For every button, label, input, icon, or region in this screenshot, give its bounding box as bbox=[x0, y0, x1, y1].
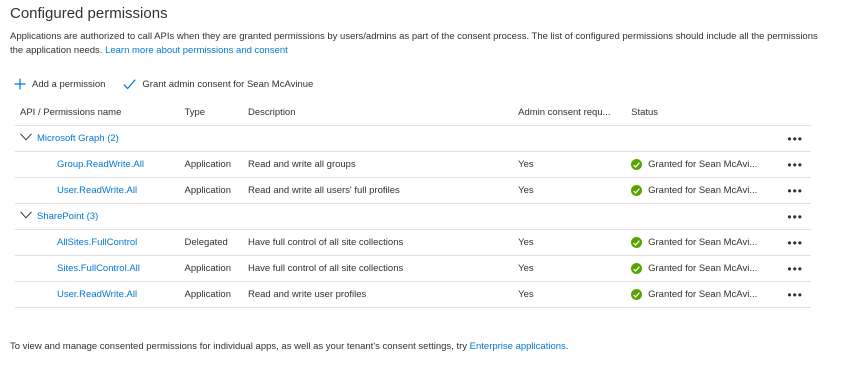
permission-description: Read and write user profiles bbox=[242, 281, 514, 308]
admin-consent-required: Yes bbox=[513, 255, 627, 282]
more-options-icon[interactable]: ••• bbox=[767, 255, 811, 282]
status-cell: Granted for Sean McAvi... bbox=[631, 159, 768, 170]
permission-link[interactable]: User.ReadWrite.All bbox=[57, 289, 137, 300]
success-check-icon bbox=[631, 159, 643, 170]
chevron-down-icon[interactable] bbox=[20, 211, 32, 222]
column-header-admin-consent[interactable]: Admin consent requ... bbox=[513, 99, 627, 126]
permission-type: Application bbox=[179, 177, 243, 204]
more-options-icon[interactable]: ••• bbox=[767, 203, 811, 230]
learn-more-link[interactable]: Learn more about permissions and consent bbox=[105, 45, 288, 56]
permission-link[interactable]: Sites.FullControl.All bbox=[57, 263, 140, 274]
status-text: Granted for Sean McAvi... bbox=[648, 237, 758, 248]
more-options-icon[interactable]: ••• bbox=[767, 125, 811, 152]
group-link-sharepoint[interactable]: SharePoint (3) bbox=[37, 211, 98, 222]
status-cell: Granted for Sean McAvi... bbox=[631, 237, 768, 248]
table-row: Group.ReadWrite.All Application Read and… bbox=[15, 151, 811, 178]
column-header-name[interactable]: API / Permissions name bbox=[15, 99, 180, 126]
success-check-icon bbox=[631, 185, 643, 196]
permission-link[interactable]: Group.ReadWrite.All bbox=[57, 159, 144, 170]
permission-description: Have full control of all site collection… bbox=[242, 229, 514, 256]
permission-link[interactable]: User.ReadWrite.All bbox=[57, 185, 137, 196]
success-check-icon bbox=[631, 289, 643, 300]
table-row: Sites.FullControl.All Application Have f… bbox=[15, 255, 811, 282]
column-header-actions bbox=[767, 99, 811, 126]
permission-description: Read and write all groups bbox=[242, 151, 514, 178]
add-permission-button[interactable]: Add a permission bbox=[14, 78, 105, 90]
status-cell: Granted for Sean McAvi... bbox=[631, 289, 768, 300]
grant-admin-consent-label: Grant admin consent for Sean McAvinue bbox=[142, 78, 314, 90]
group-row-sharepoint[interactable]: SharePoint (3) ••• bbox=[15, 203, 811, 230]
table-row: AllSites.FullControl Delegated Have full… bbox=[15, 229, 811, 256]
permission-link[interactable]: AllSites.FullControl bbox=[57, 237, 137, 248]
permission-description: Read and write all users' full profiles bbox=[242, 177, 514, 204]
column-header-type[interactable]: Type bbox=[179, 99, 243, 126]
permissions-table: API / Permissions name Type Description … bbox=[15, 99, 811, 308]
status-text: Granted for Sean McAvi... bbox=[648, 159, 758, 170]
more-options-icon[interactable]: ••• bbox=[767, 281, 811, 308]
permissions-description: Applications are authorized to call APIs… bbox=[10, 30, 825, 58]
permission-type: Delegated bbox=[179, 229, 243, 256]
plus-icon bbox=[14, 78, 26, 90]
more-options-icon[interactable]: ••• bbox=[767, 177, 811, 204]
success-check-icon bbox=[631, 237, 643, 248]
admin-consent-required: Yes bbox=[513, 229, 627, 256]
column-header-status[interactable]: Status bbox=[626, 99, 768, 126]
column-header-description[interactable]: Description bbox=[242, 99, 514, 126]
group-row-microsoft-graph[interactable]: Microsoft Graph (2) ••• bbox=[15, 125, 811, 152]
chevron-down-icon[interactable] bbox=[20, 133, 32, 144]
more-options-icon[interactable]: ••• bbox=[767, 229, 811, 256]
table-row: User.ReadWrite.All Application Read and … bbox=[15, 177, 811, 204]
page-title: Configured permissions bbox=[10, 5, 168, 22]
status-cell: Granted for Sean McAvi... bbox=[631, 263, 768, 274]
status-cell: Granted for Sean McAvi... bbox=[631, 185, 768, 196]
table-row: User.ReadWrite.All Application Read and … bbox=[15, 281, 811, 308]
grant-admin-consent-button[interactable]: Grant admin consent for Sean McAvinue bbox=[123, 79, 313, 90]
status-text: Granted for Sean McAvi... bbox=[648, 263, 758, 274]
toolbar: Add a permission Grant admin consent for… bbox=[14, 75, 313, 93]
status-text: Granted for Sean McAvi... bbox=[648, 185, 758, 196]
admin-consent-required: Yes bbox=[513, 151, 627, 178]
admin-consent-required: Yes bbox=[513, 281, 627, 308]
success-check-icon bbox=[631, 263, 643, 274]
permission-type: Application bbox=[179, 255, 243, 282]
table-header-row: API / Permissions name Type Description … bbox=[15, 99, 811, 126]
permission-description: Have full control of all site collection… bbox=[242, 255, 514, 282]
enterprise-applications-link[interactable]: Enterprise applications bbox=[470, 341, 566, 352]
permission-type: Application bbox=[179, 281, 243, 308]
group-link-microsoft-graph[interactable]: Microsoft Graph (2) bbox=[37, 133, 119, 144]
footer-text: To view and manage consented permissions… bbox=[10, 341, 468, 352]
footer-period: . bbox=[565, 341, 569, 352]
permission-type: Application bbox=[179, 151, 243, 178]
footer-note: To view and manage consented permissions… bbox=[10, 341, 568, 352]
admin-consent-required: Yes bbox=[513, 177, 627, 204]
more-options-icon[interactable]: ••• bbox=[767, 151, 811, 178]
add-permission-label: Add a permission bbox=[32, 78, 106, 90]
status-text: Granted for Sean McAvi... bbox=[648, 289, 758, 300]
checkmark-icon bbox=[123, 78, 137, 90]
